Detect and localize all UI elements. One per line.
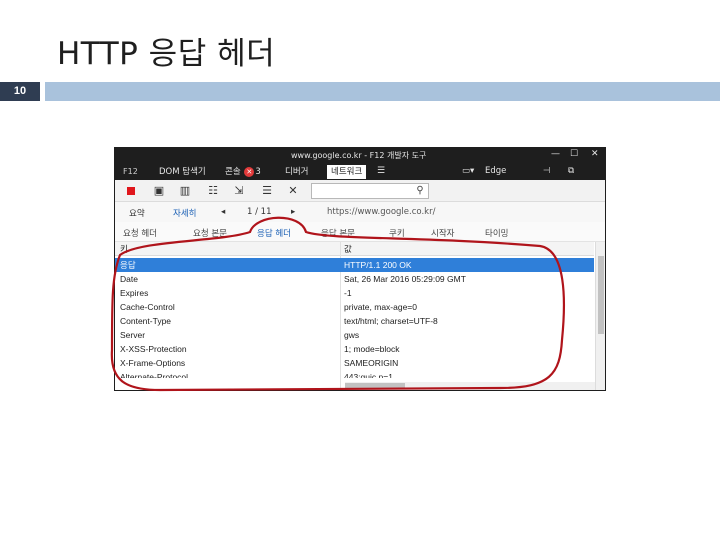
header-key: 응답 — [120, 260, 136, 270]
browser-mode-select[interactable]: Edge — [485, 166, 506, 176]
request-url: https://www.google.co.kr/ — [327, 207, 436, 217]
tab-debugger-label: 디버거 — [285, 167, 309, 177]
table-row[interactable]: Cache-Control private, max-age=0 — [115, 300, 594, 314]
filter-icon[interactable]: ☷ — [205, 183, 221, 199]
search-icon[interactable]: ⚲ — [411, 183, 429, 199]
subtab-response-headers[interactable]: 응답 헤더 — [257, 227, 291, 239]
subtab-initiator[interactable]: 시작자 — [431, 227, 454, 239]
devtools-title-bar: www.google.co.kr - F12 개발자 도구 — ☐ ✕ F12 … — [115, 148, 605, 180]
header-key: Content-Type — [120, 316, 172, 326]
next-icon[interactable]: ▸ — [291, 207, 295, 217]
detail-tab[interactable]: 자세히 — [173, 207, 196, 219]
console-error-count: 3 — [255, 167, 261, 177]
clear-entries-icon[interactable]: ▥ — [177, 183, 193, 199]
f12-label: F12 — [123, 167, 138, 176]
emulation-icon[interactable]: ▭▾ — [462, 166, 474, 176]
table-row[interactable]: 응답 HTTP/1.1 200 OK — [115, 258, 594, 272]
slide-title: HTTP 응답 헤더 — [57, 36, 276, 72]
tab-console-label: 콘솔 — [225, 167, 241, 177]
title-accent-bar — [45, 82, 720, 101]
header-value: text/html; charset=UTF-8 — [344, 316, 438, 326]
table-row[interactable]: Expires -1 — [115, 286, 594, 300]
clear-icon[interactable]: ☰ — [259, 183, 275, 199]
subtab-request-headers[interactable]: 요청 헤더 — [123, 227, 157, 239]
devtools-tab-row: F12 DOM 탐색기 콘솔 ✕ 3 디버거 네트워크 ☰ ▭▾ Edge ⊣ ⧉ — [115, 162, 605, 180]
tab-dom-explorer[interactable]: DOM 탐색기 — [155, 165, 210, 179]
header-value: -1 — [344, 288, 352, 298]
horizontal-scrollbar[interactable] — [345, 382, 595, 390]
horizontal-scroll-thumb[interactable] — [345, 383, 405, 389]
summary-tab[interactable]: 요약 — [129, 207, 145, 219]
summary-bar: 요약 자세히 ◂ 1 / 11 ▸ https://www.google.co.… — [115, 202, 605, 222]
detail-subtabs: 요청 헤더 요청 본문 응답 헤더 응답 본문 쿠키 시작자 타이밍 — [115, 222, 605, 242]
table-row[interactable]: Content-Type text/html; charset=UTF-8 — [115, 314, 594, 328]
header-value: gws — [344, 330, 360, 340]
table-row[interactable]: X-XSS-Protection 1; mode=block — [115, 342, 594, 356]
header-key: Alternate-Protocol — [120, 372, 189, 378]
header-value: 1; mode=block — [344, 344, 400, 354]
subtab-response-body[interactable]: 응답 본문 — [321, 227, 355, 239]
export-icon[interactable]: ⇲ — [231, 183, 247, 199]
tab-network-label: 네트워크 — [331, 167, 363, 177]
column-header-value[interactable]: 값 — [344, 242, 589, 256]
header-key: Server — [120, 330, 146, 340]
table-header-row: 키 값 — [115, 242, 594, 256]
subtab-timing[interactable]: 타이밍 — [485, 227, 508, 239]
close-window-icon[interactable]: ✕ — [591, 149, 599, 159]
header-value: Sat, 26 Mar 2016 05:29:09 GMT — [344, 274, 466, 284]
column-header-key[interactable]: 키 — [120, 242, 338, 256]
table-row[interactable]: Server gws — [115, 328, 594, 342]
tab-console[interactable]: 콘솔 ✕ 3 — [221, 165, 265, 179]
network-toolbar: ▣ ▥ ☷ ⇲ ☰ ✕ ⚲ — [115, 180, 605, 202]
header-key: X-XSS-Protection — [120, 344, 187, 354]
request-position: 1 / 11 — [247, 207, 272, 217]
close-icon[interactable]: ✕ — [285, 183, 301, 199]
header-key: Cache-Control — [120, 302, 175, 312]
header-value: private, max-age=0 — [344, 302, 417, 312]
header-key: X-Frame-Options — [120, 358, 186, 368]
vertical-scrollbar[interactable] — [595, 242, 605, 390]
undock-icon[interactable]: ⧉ — [568, 166, 574, 176]
pin-icon[interactable]: ⊣ — [543, 166, 550, 176]
save-icon[interactable]: ▣ — [151, 183, 167, 199]
stop-record-icon[interactable] — [127, 187, 135, 195]
header-key: Expires — [120, 288, 149, 298]
table-row[interactable]: Date Sat, 26 Mar 2016 05:29:09 GMT — [115, 272, 594, 286]
tab-network[interactable]: 네트워크 — [327, 165, 367, 179]
vertical-scroll-thumb[interactable] — [598, 256, 604, 334]
window-title: www.google.co.kr - F12 개발자 도구 — [291, 151, 427, 160]
table-row[interactable]: Alternate-Protocol 443:quic,p=1 — [115, 370, 594, 378]
previous-icon[interactable]: ◂ — [221, 207, 225, 217]
maximize-icon[interactable]: ☐ — [570, 149, 578, 159]
tab-dom-explorer-label: DOM 탐색기 — [159, 167, 206, 177]
response-headers-table: 키 값 응답 HTTP/1.1 200 OK Date Sat, 26 Mar … — [115, 242, 594, 390]
header-value: 443:quic,p=1 — [344, 372, 393, 378]
error-icon: ✕ — [244, 166, 255, 177]
subtab-request-body[interactable]: 요청 본문 — [193, 227, 227, 239]
hamburger-icon[interactable]: ☰ — [377, 166, 385, 176]
header-value: SAMEORIGIN — [344, 358, 399, 368]
header-value: HTTP/1.1 200 OK — [344, 260, 412, 270]
table-row[interactable]: X-Frame-Options SAMEORIGIN — [115, 356, 594, 370]
devtools-window: www.google.co.kr - F12 개발자 도구 — ☐ ✕ F12 … — [114, 147, 606, 391]
tab-debugger[interactable]: 디버거 — [281, 165, 312, 179]
minimize-icon[interactable]: — — [551, 149, 560, 159]
page-number-badge: 10 — [0, 82, 40, 101]
header-key: Date — [120, 274, 138, 284]
subtab-cookies[interactable]: 쿠키 — [389, 227, 405, 239]
